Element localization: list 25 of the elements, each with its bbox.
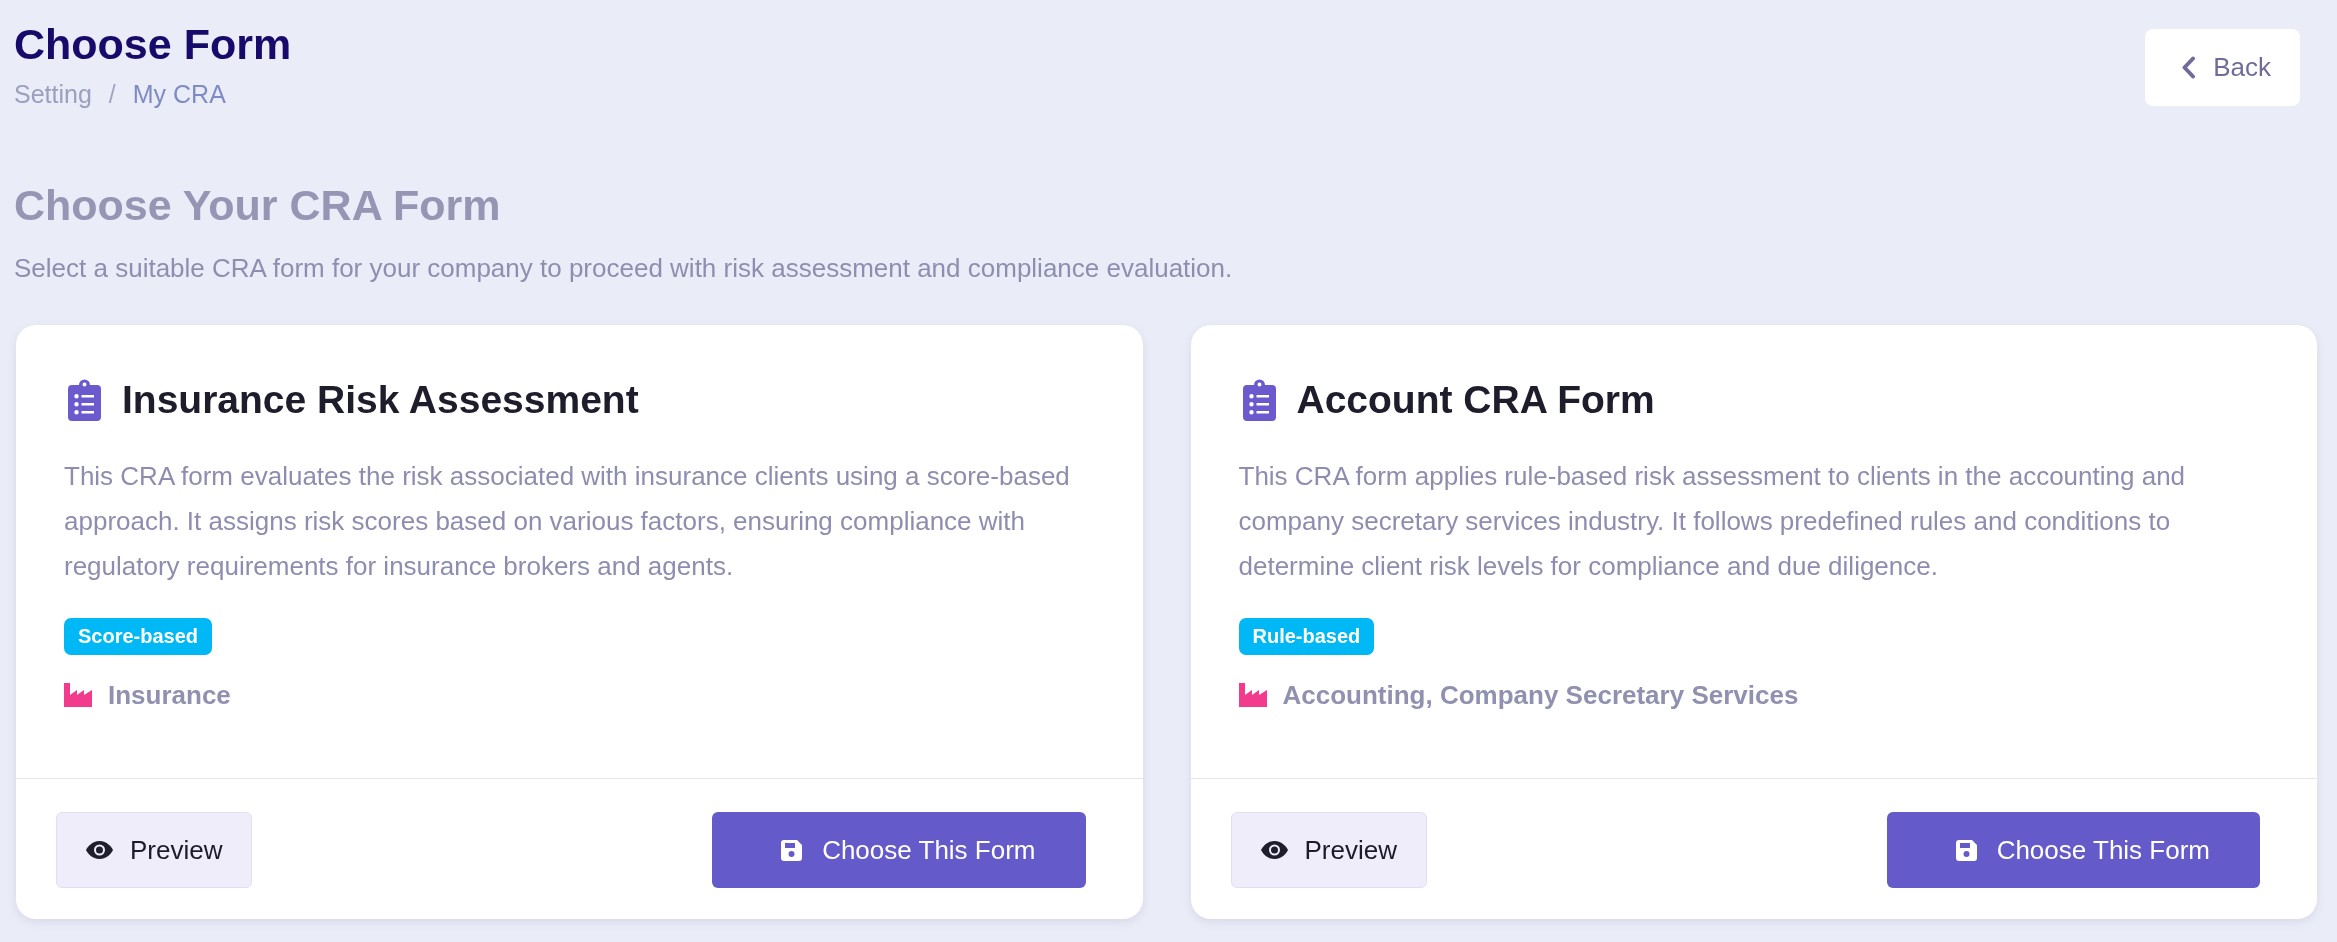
chevron-left-icon bbox=[2181, 56, 2197, 79]
factory-icon bbox=[64, 683, 92, 707]
card-title: Account CRA Form bbox=[1296, 377, 1655, 423]
clipboard-list-icon bbox=[1242, 379, 1276, 421]
preview-button[interactable]: Preview bbox=[56, 812, 253, 888]
industry-label: Accounting, Company Secretary Services bbox=[1282, 679, 1799, 711]
form-type-tag: Rule-based bbox=[1238, 618, 1375, 655]
section-description: Select a suitable CRA form for your company to proceed with risk assessment and compliance evaluation. bbox=[14, 252, 1234, 284]
choose-form-button[interactable]: Choose This Form bbox=[1886, 812, 2260, 888]
choose-form-button[interactable]: Choose This Form bbox=[712, 812, 1086, 888]
section-heading: Choose Your CRA Form bbox=[14, 180, 502, 231]
preview-button[interactable]: Preview bbox=[1230, 812, 1427, 888]
breadcrumb-item: My CRA bbox=[132, 79, 226, 109]
card-description: This CRA form evaluates the risk associated with insurance clients using a score-based approach. It assigns risk scores based on various factors, ensuring compliance with regulatory requirements for insurance brokers and agents. bbox=[64, 460, 1071, 583]
breadcrumb-separator: / bbox=[108, 79, 116, 109]
page-title: Choose Form bbox=[14, 19, 292, 70]
eye-icon bbox=[86, 841, 113, 859]
clipboard-list-icon bbox=[68, 379, 101, 421]
eye-icon bbox=[1260, 841, 1288, 859]
back-button[interactable]: Back bbox=[2145, 29, 2300, 106]
card-title: Insurance Risk Assessment bbox=[122, 377, 639, 423]
card-description: This CRA form applies rule-based risk assessment to clients in the accounting and company secretary services industry. It follows predefined rules and conditions to determine client risk levels for compliance and due diligence. bbox=[1238, 460, 2187, 583]
form-type-tag: Score-based bbox=[64, 618, 213, 655]
factory-icon bbox=[1238, 683, 1267, 707]
industry-label: Insurance bbox=[108, 679, 231, 711]
